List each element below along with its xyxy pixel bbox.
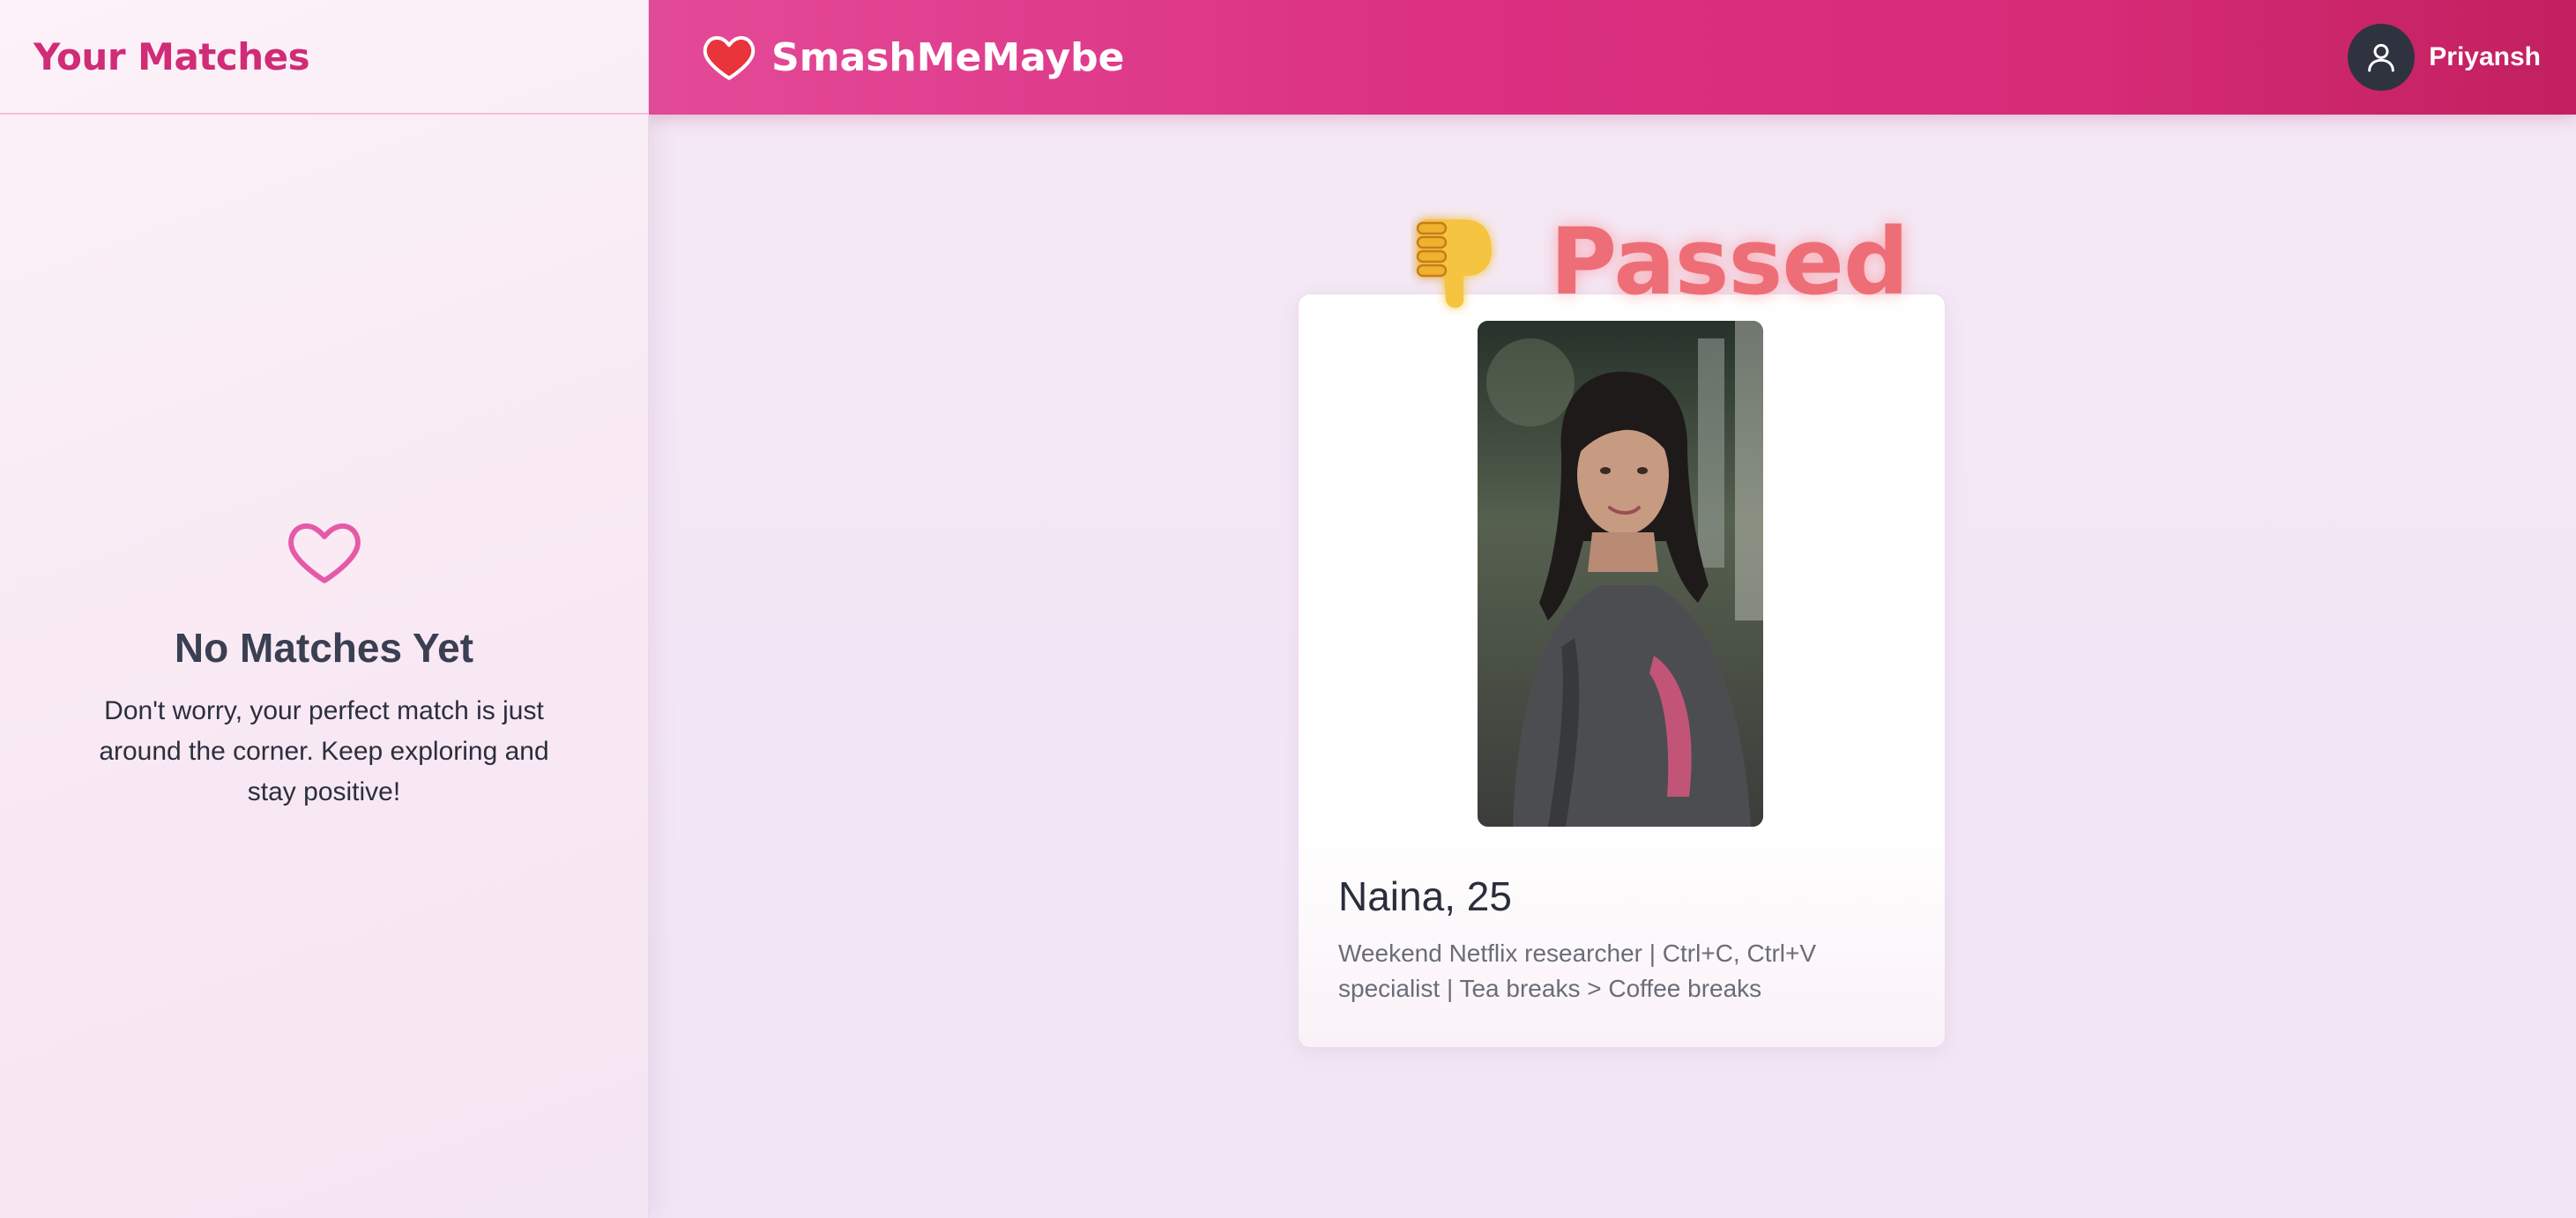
brand-logo[interactable]: SmashMeMaybe xyxy=(703,0,1125,115)
user-icon xyxy=(2368,43,2395,72)
profile-photo-image xyxy=(1478,321,1763,827)
passed-overlay: Passed xyxy=(1411,204,1909,319)
heart-outline-icon xyxy=(287,523,361,583)
brand-name: SmashMeMaybe xyxy=(771,34,1125,80)
empty-state-message: Don't worry, your perfect match is just … xyxy=(99,696,549,806)
app-root: Your Matches No Matches Yet Don't worry,… xyxy=(0,0,2576,1218)
thumbs-down-icon xyxy=(1416,219,1492,308)
passed-status-label: Passed xyxy=(1550,208,1909,316)
empty-state-title: No Matches Yet xyxy=(174,625,474,671)
user-name[interactable]: Priyansh xyxy=(2429,42,2541,72)
matches-sidebar: Your Matches No Matches Yet Don't worry,… xyxy=(0,0,649,1218)
profile-photo xyxy=(1478,321,1763,827)
user-menu[interactable]: Priyansh xyxy=(2348,0,2541,115)
top-navigation-bar: SmashMeMaybe Priyansh xyxy=(648,0,2576,115)
heart-icon xyxy=(703,36,756,80)
avatar[interactable] xyxy=(2348,24,2416,91)
empty-matches-state: No Matches Yet Don't worry, your perfect… xyxy=(0,511,648,813)
sidebar-title: Your Matches xyxy=(34,34,310,78)
profile-bio: Weekend Netflix researcher | Ctrl+C, Ctr… xyxy=(1338,939,1817,1002)
profile-name-age: Naina, 25 xyxy=(1338,873,1512,919)
sidebar-header: Your Matches xyxy=(0,0,648,115)
